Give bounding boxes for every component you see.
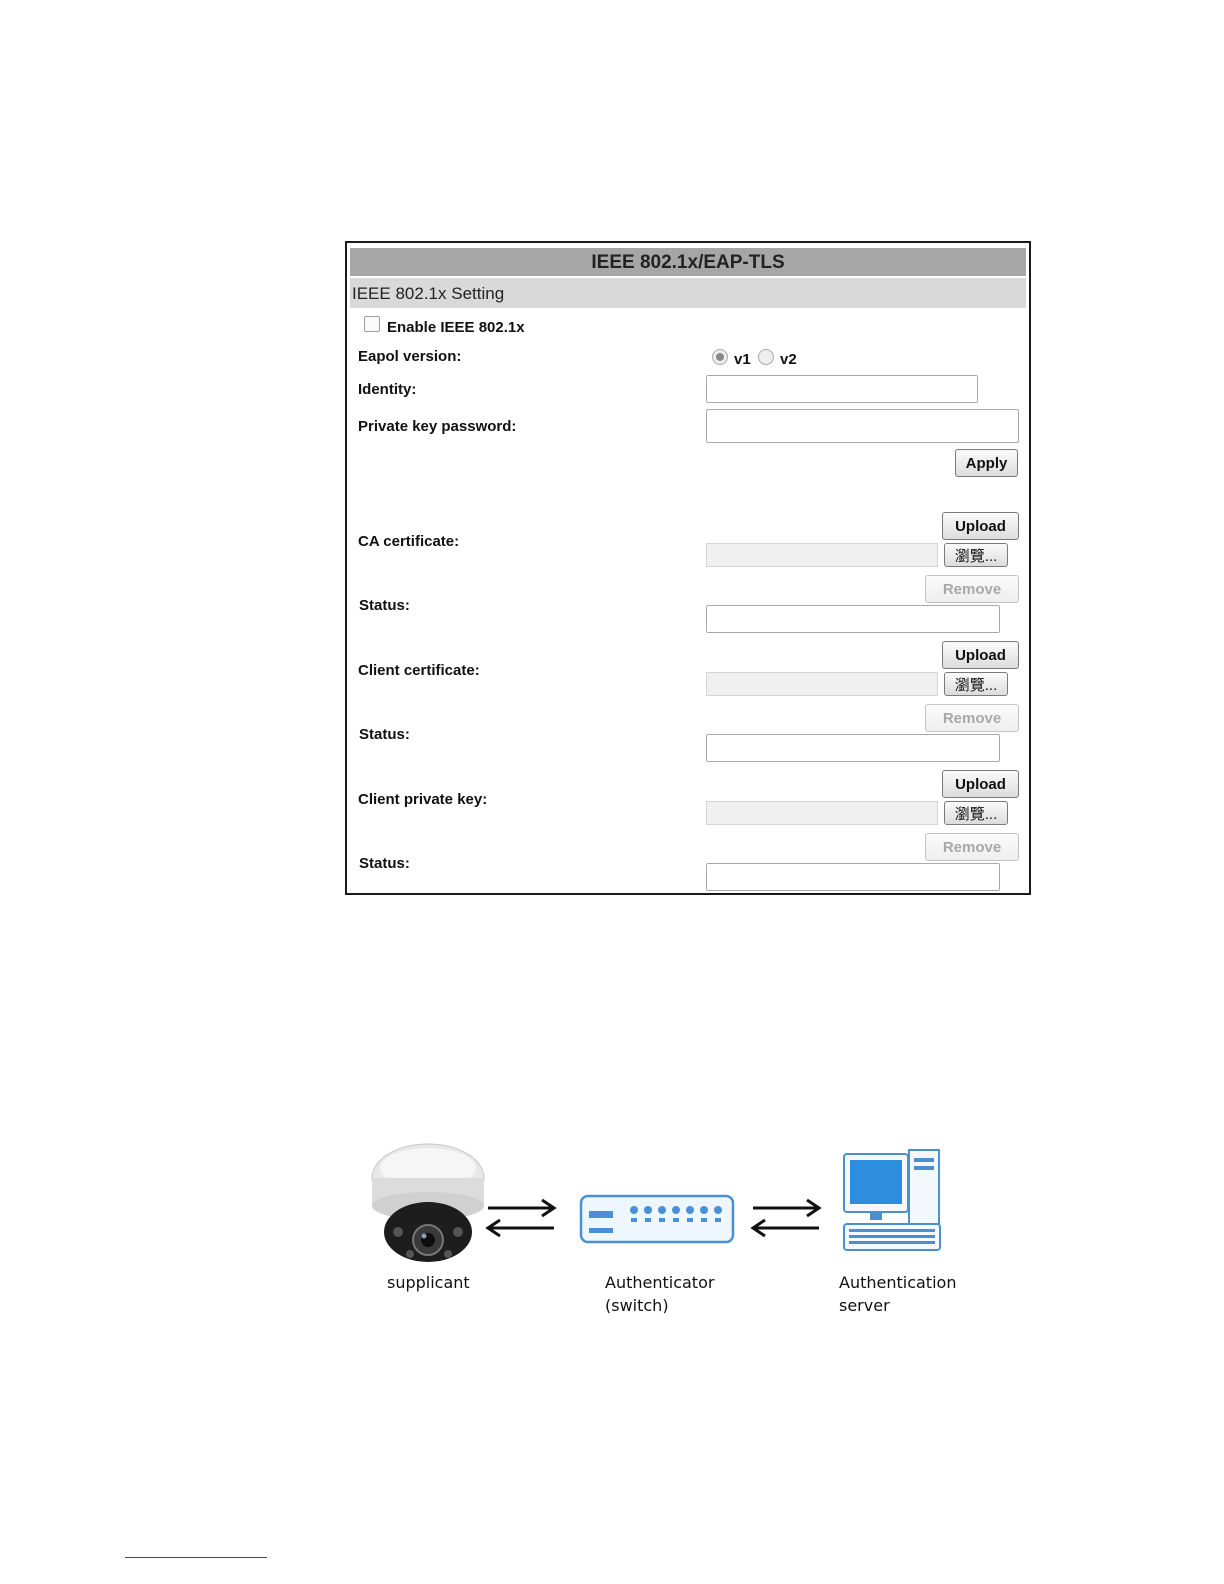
ca-certificate-remove-button[interactable]: Remove	[925, 575, 1019, 603]
enable-ieee8021x-label: Enable IEEE 802.1x	[387, 319, 525, 336]
panel-title: IEEE 802.1x/EAP-TLS	[350, 248, 1026, 276]
eapol-version-label: Eapol version:	[358, 348, 462, 365]
eapol-v2-label: v2	[780, 351, 797, 368]
bidirectional-arrow-icon	[485, 1198, 557, 1238]
private-key-password-label: Private key password:	[358, 418, 517, 435]
eapol-v2-radio[interactable]	[758, 349, 774, 365]
authenticator-sublabel: (switch)	[605, 1296, 669, 1315]
ca-status-label: Status:	[359, 597, 410, 614]
authenticator-label: Authenticator	[605, 1273, 715, 1292]
ca-certificate-upload-button[interactable]: Upload	[942, 512, 1019, 540]
client-private-key-browse-button[interactable]: 瀏覽...	[944, 801, 1008, 825]
client-certificate-label: Client certificate:	[358, 662, 480, 679]
apply-button[interactable]: Apply	[955, 449, 1018, 477]
ca-certificate-browse-button[interactable]: 瀏覽...	[944, 543, 1008, 567]
8021x-network-diagram	[371, 1143, 941, 1262]
client-private-key-file-input[interactable]	[706, 801, 938, 825]
identity-input[interactable]	[706, 375, 978, 403]
ca-certificate-file-input[interactable]	[706, 543, 938, 567]
ieee8021x-settings-panel: IEEE 802.1x/EAP-TLS IEEE 802.1x Setting …	[345, 241, 1031, 895]
eapol-v1-radio[interactable]	[712, 349, 728, 365]
footer-rule	[125, 1557, 267, 1558]
client-key-status-label: Status:	[359, 855, 410, 872]
ca-certificate-label: CA certificate:	[358, 533, 460, 550]
client-cert-status-label: Status:	[359, 726, 410, 743]
section-header: IEEE 802.1x Setting	[350, 278, 1026, 308]
enable-ieee8021x-checkbox[interactable]	[364, 316, 380, 332]
identity-label: Identity:	[358, 381, 417, 398]
client-private-key-upload-button[interactable]: Upload	[942, 770, 1019, 798]
authentication-server-sublabel: server	[839, 1296, 890, 1315]
authentication-server-label: Authentication	[839, 1273, 957, 1292]
client-certificate-browse-button[interactable]: 瀏覽...	[944, 672, 1008, 696]
client-private-key-remove-button[interactable]: Remove	[925, 833, 1019, 861]
client-certificate-file-input[interactable]	[706, 672, 938, 696]
server-computer-icon	[843, 1149, 941, 1251]
client-certificate-upload-button[interactable]: Upload	[942, 641, 1019, 669]
dome-camera-icon	[371, 1143, 485, 1262]
private-key-password-input[interactable]	[706, 409, 1019, 443]
ca-status-field	[706, 605, 1000, 633]
bidirectional-arrow-icon-2	[750, 1198, 822, 1238]
supplicant-label: supplicant	[387, 1273, 470, 1292]
client-private-key-label: Client private key:	[358, 791, 488, 808]
client-certificate-remove-button[interactable]: Remove	[925, 704, 1019, 732]
client-cert-status-field	[706, 734, 1000, 762]
eapol-v1-label: v1	[734, 351, 751, 368]
network-switch-icon	[579, 1194, 735, 1244]
client-key-status-field	[706, 863, 1000, 891]
